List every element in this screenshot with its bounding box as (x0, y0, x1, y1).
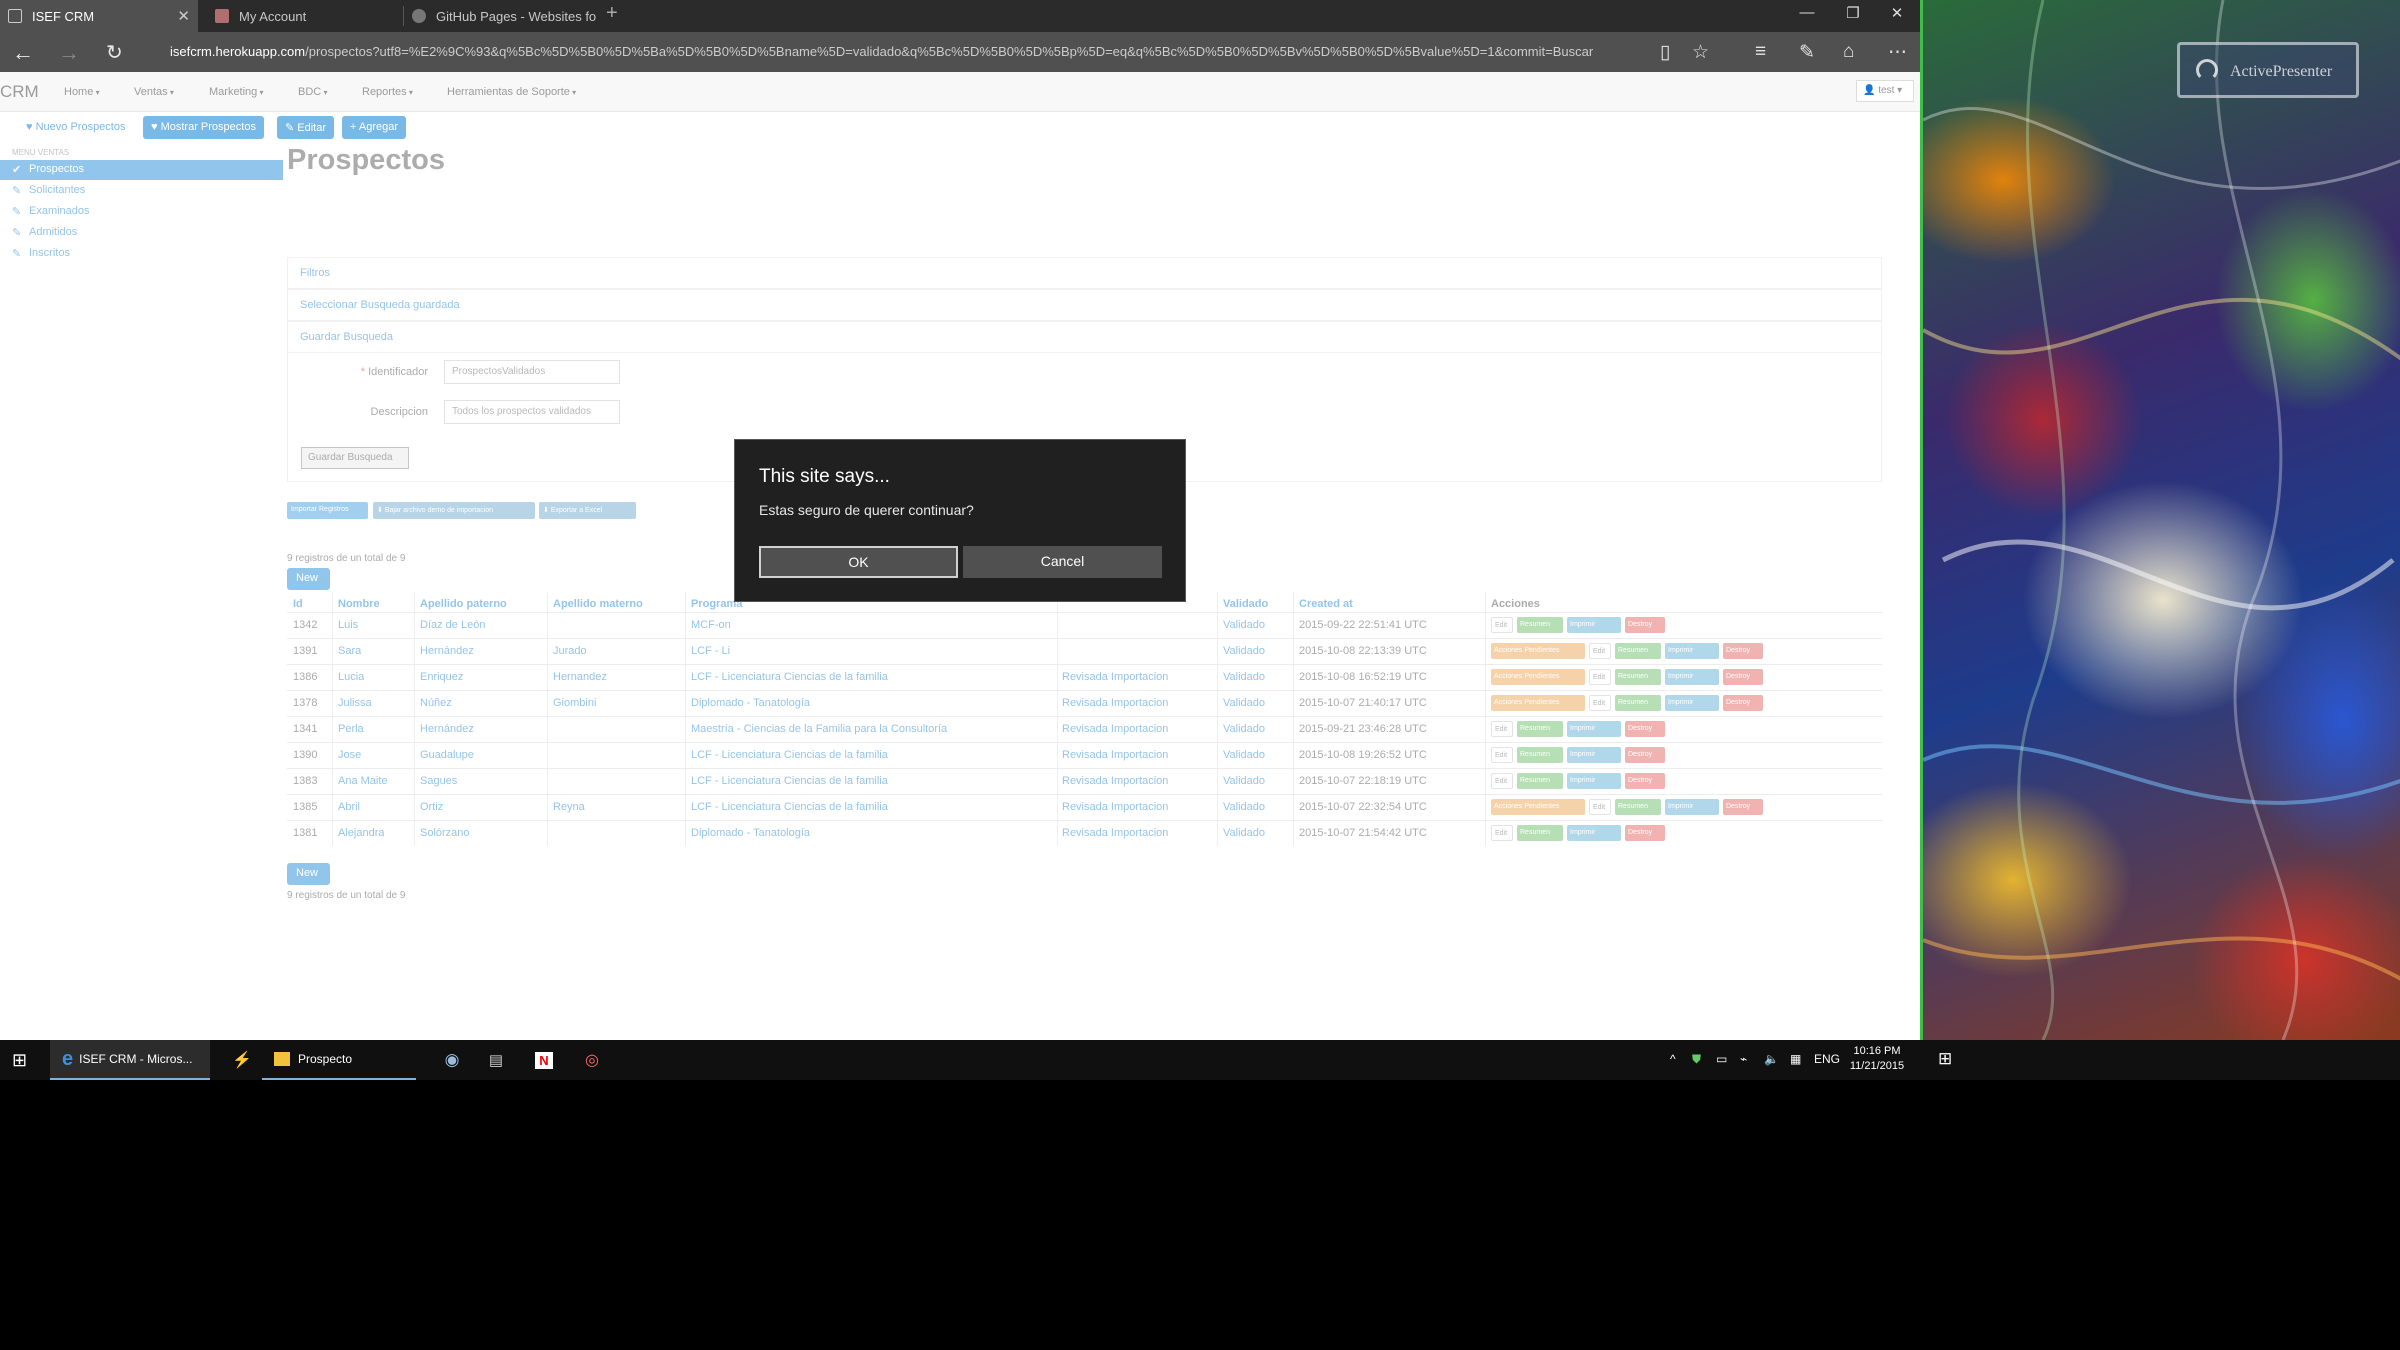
close-window-icon[interactable]: ✕ (1874, 4, 1920, 22)
tab-label: GitHub Pages - Websites fo (436, 8, 597, 24)
user-icon: 👤 (1863, 85, 1876, 96)
agregar-label: Agregar (358, 121, 399, 133)
secondary-taskbar: ⊞ (1920, 1040, 2400, 1080)
wallpaper-streaks (1923, 0, 2400, 1040)
confirm-dialog: This site says... Estas seguro de querer… (734, 439, 1186, 602)
menu-home[interactable]: Home (64, 86, 100, 98)
favorite-star-icon[interactable]: ☆ (1692, 41, 1709, 64)
activepresenter-logo-icon (2196, 59, 2218, 81)
clock-time: 10:16 PM (1853, 1045, 1901, 1057)
ok-button[interactable]: OK (759, 546, 958, 578)
menu-ventas[interactable]: Ventas (134, 86, 174, 98)
recorder-icon[interactable]: ◎ (578, 1040, 606, 1080)
taskbar-label: ISEF CRM - Micros... (79, 1052, 193, 1066)
power-icon[interactable]: ⌁ (1740, 1052, 1747, 1066)
watermark-text: ActivePresenter (2230, 63, 2333, 80)
heart-icon: ♥ (151, 121, 158, 133)
show-hidden-icons-icon[interactable]: ^ (1670, 1052, 1676, 1066)
steam-icon[interactable]: ◉ (432, 1040, 472, 1080)
tab-label: ISEF CRM (32, 8, 95, 24)
start-windows-icon[interactable]: ⊞ (1938, 1049, 1952, 1069)
tab-isef-crm[interactable]: ISEF CRM ✕ (0, 0, 198, 32)
heart-icon: ♥ (26, 121, 33, 133)
action-center-icon[interactable]: ▦ (1790, 1052, 1801, 1066)
nuevo-label: Nuevo Prospectos (35, 121, 126, 133)
editar-button[interactable]: ✎ Editar (277, 116, 335, 139)
refresh-icon[interactable]: ↻ (106, 40, 123, 65)
web-note-icon[interactable]: ✎ (1799, 41, 1815, 64)
back-arrow-icon[interactable]: ← (12, 40, 34, 66)
menu-marketing[interactable]: Marketing (209, 86, 264, 98)
new-tab-icon[interactable]: + (606, 2, 618, 25)
page-icon (8, 9, 22, 23)
share-icon[interactable]: ⌂ (1843, 41, 1854, 63)
app-navbar: CRM Home Ventas Marketing BDC Reportes H… (0, 72, 1920, 112)
activepresenter-watermark: ActivePresenter (2177, 42, 2359, 98)
brand-logo[interactable]: CRM (0, 82, 39, 102)
menu-bdc[interactable]: BDC (298, 86, 327, 98)
tab-github-pages[interactable]: GitHub Pages - Websites fo (404, 0, 600, 32)
start-windows-icon[interactable]: ⊞ (12, 1040, 27, 1080)
taskbar-explorer[interactable]: Prospecto (262, 1040, 416, 1080)
taskbar-edge[interactable]: e ISEF CRM - Micros... (50, 1040, 210, 1080)
taskbar-app-pinned-icon[interactable]: ⚡ (222, 1040, 262, 1080)
netflix-icon[interactable]: N (530, 1040, 558, 1080)
edge-icon: e (62, 1047, 74, 1070)
network-icon[interactable]: ▭ (1716, 1052, 1727, 1066)
menu-reportes[interactable]: Reportes (362, 86, 413, 98)
tab-label: My Account (239, 8, 307, 24)
minimize-icon[interactable]: — (1784, 4, 1830, 21)
close-tab-icon[interactable]: ✕ (177, 7, 190, 25)
plus-icon: + (350, 121, 357, 133)
taskbar: ⊞ e ISEF CRM - Micros... ⚡ Prospecto ◉ ▤… (0, 1040, 2400, 1080)
pencil-icon: ✎ (285, 122, 295, 134)
url-host: isefcrm.herokuapp.com (170, 44, 306, 59)
store-icon[interactable]: ▤ (476, 1040, 516, 1080)
tab-my-account[interactable]: My Account (207, 0, 402, 32)
language-indicator[interactable]: ENG (1814, 1052, 1840, 1066)
clock-date: 11/21/2015 (1849, 1060, 1905, 1072)
more-icon[interactable]: ⋯ (1888, 41, 1907, 64)
site-favicon-icon (215, 9, 229, 23)
hub-icon[interactable]: ≡ (1755, 41, 1766, 63)
user-name: test (1878, 85, 1895, 96)
dialog-message: Estas seguro de querer continuar? (759, 502, 974, 518)
desktop-wallpaper: ActivePresenter (1920, 0, 2400, 1040)
github-icon (412, 9, 426, 23)
editar-label: Editar (297, 122, 327, 134)
address-bar: ← → ↻ isefcrm.herokuapp.com/prospectos?u… (0, 32, 1920, 72)
folder-icon (274, 1052, 290, 1066)
url-path: /prospectos?utf8=%E2%9C%93&q%5Bc%5D%5B0%… (305, 44, 1594, 59)
tab-bar: ISEF CRM ✕ My Account GitHub Pages - Web… (0, 0, 1920, 32)
maximize-icon[interactable]: ❐ (1830, 4, 1876, 22)
forward-arrow-icon[interactable]: → (58, 40, 80, 66)
desktop-screen: ISEF CRM ✕ My Account GitHub Pages - Web… (0, 0, 2400, 1350)
volume-icon[interactable]: 🔈 (1764, 1052, 1779, 1066)
user-menu-button[interactable]: 👤 test ▾ (1856, 80, 1914, 102)
agregar-button[interactable]: + Agregar (342, 116, 407, 139)
url-field[interactable]: isefcrm.herokuapp.com/prospectos?utf8=%E… (170, 44, 1640, 59)
action-bar: ♥ Nuevo Prospectos ♥ Mostrar Prospectos … (0, 112, 1920, 142)
reading-view-icon[interactable]: ▯ (1660, 41, 1670, 64)
security-shield-icon[interactable]: ⛊ (1692, 1052, 1701, 1067)
clock[interactable]: 10:16 PM 11/21/2015 (1844, 1044, 1910, 1074)
nuevo-prospectos-button[interactable]: ♥ Nuevo Prospectos (18, 116, 134, 139)
menu-herramientas[interactable]: Herramientas de Soporte (447, 86, 576, 98)
cancel-button[interactable]: Cancel (963, 546, 1162, 578)
dialog-title: This site says... (759, 466, 890, 487)
mostrar-label: Mostrar Prospectos (160, 121, 256, 133)
browser-window: ISEF CRM ✕ My Account GitHub Pages - Web… (0, 0, 1920, 1040)
mostrar-prospectos-button[interactable]: ♥ Mostrar Prospectos (143, 116, 264, 139)
taskbar-label: Prospecto (298, 1052, 353, 1066)
